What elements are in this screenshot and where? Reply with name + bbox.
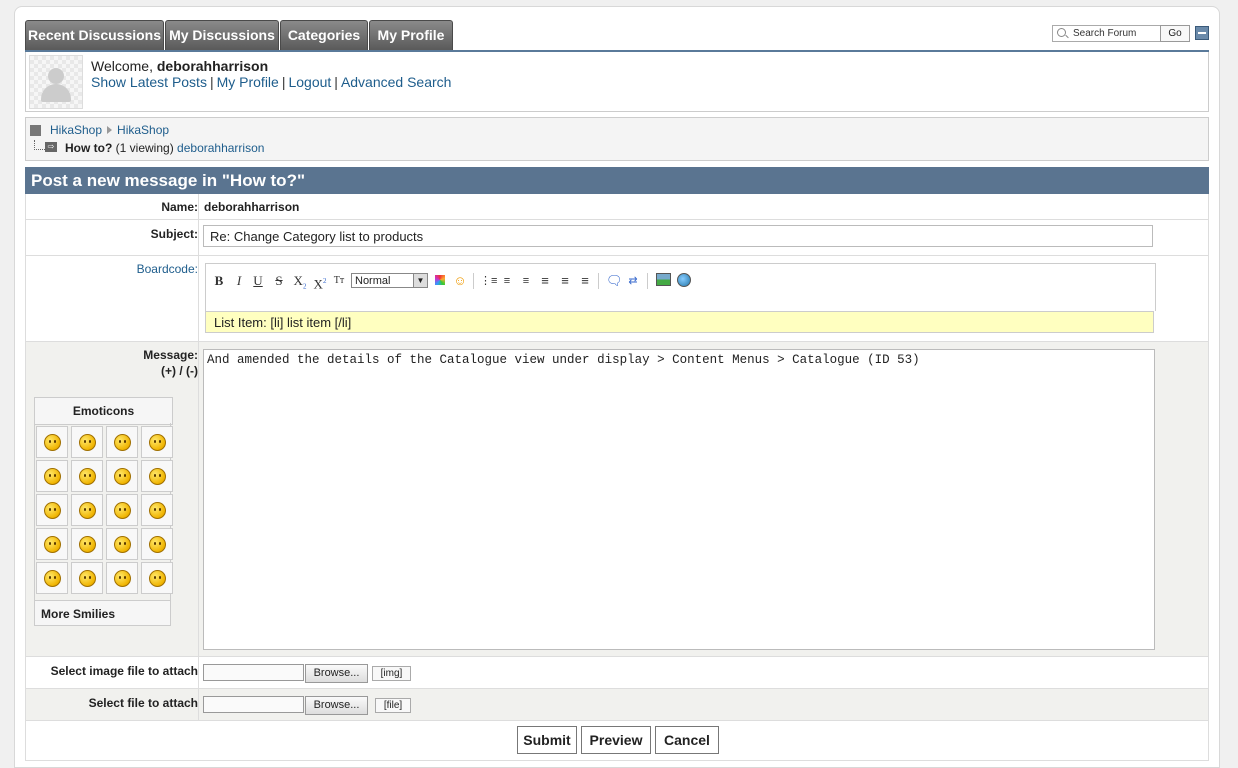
- form-title: Post a new message in "How to?": [25, 167, 1209, 194]
- username: deborahharrison: [156, 58, 269, 74]
- show-latest-posts-link[interactable]: Show Latest Posts: [91, 74, 207, 90]
- color-palette-icon[interactable]: [433, 273, 447, 289]
- cancel-button[interactable]: Cancel: [655, 726, 719, 754]
- smiley-worried-icon[interactable]: [141, 562, 173, 594]
- topic-arrow-icon: ⇨: [45, 142, 57, 152]
- tab-categories[interactable]: Categories: [280, 20, 368, 50]
- tab-my-profile[interactable]: My Profile: [369, 20, 453, 50]
- welcome-message: Welcome, deborahharrison: [91, 58, 268, 74]
- spoiler-icon[interactable]: ☺: [452, 273, 468, 289]
- tab-my-discussions[interactable]: My Discussions: [165, 20, 279, 50]
- search-input[interactable]: Search Forum: [1052, 25, 1176, 42]
- collapse-icon[interactable]: [1195, 26, 1209, 40]
- advanced-search-link[interactable]: Advanced Search: [341, 74, 452, 90]
- file-browse-button[interactable]: Browse...: [305, 696, 368, 715]
- font-size-select[interactable]: Normal ▼: [351, 273, 428, 288]
- typeface-icon[interactable]: Tт: [332, 273, 346, 289]
- subject-input[interactable]: Re: Change Category list to products: [203, 225, 1153, 247]
- smiley-grin-icon[interactable]: [141, 426, 173, 458]
- name-value: deborahharrison: [204, 200, 300, 214]
- bold-icon[interactable]: B: [212, 273, 226, 289]
- smiley-blush-icon[interactable]: [36, 494, 68, 526]
- smiley-scream-icon[interactable]: [71, 562, 103, 594]
- search-icon: [1057, 28, 1066, 37]
- breadcrumb-item[interactable]: HikaShop: [50, 123, 102, 137]
- quote-icon[interactable]: 🗨: [606, 273, 623, 289]
- smiley-confused-icon[interactable]: [106, 494, 138, 526]
- file-attach-label: Select file to attach: [88, 696, 198, 710]
- emoticons-grid: [34, 423, 173, 600]
- smiley-smile-icon[interactable]: [106, 426, 138, 458]
- strikethrough-icon[interactable]: S: [272, 273, 286, 289]
- subscript-icon[interactable]: X2: [292, 273, 308, 291]
- more-smilies-link[interactable]: More Smilies: [34, 600, 171, 626]
- user-panel: Welcome, deborahharrison Show Latest Pos…: [25, 52, 1209, 112]
- tab-recent-discussions[interactable]: Recent Discussions: [25, 20, 164, 50]
- smiley-shocked-icon[interactable]: [141, 494, 173, 526]
- welcome-prefix: Welcome,: [91, 58, 157, 74]
- message-resize-toggle[interactable]: (+) / (-): [26, 364, 198, 378]
- submit-button[interactable]: Submit: [517, 726, 577, 754]
- breadcrumb-item[interactable]: HikaShop: [117, 123, 169, 137]
- logout-link[interactable]: Logout: [288, 74, 331, 90]
- image-link-icon[interactable]: [655, 273, 671, 289]
- smiley-sad-icon[interactable]: [71, 426, 103, 458]
- avatar: [29, 55, 83, 109]
- code-icon[interactable]: ⇄: [625, 273, 641, 289]
- link-icon[interactable]: [676, 273, 692, 289]
- boardcode-help-text: List Item: [li] list item [/li]: [205, 311, 1154, 333]
- image-browse-button[interactable]: Browse...: [305, 664, 368, 683]
- go-button[interactable]: Go: [1160, 25, 1190, 42]
- boardcode-label: Boardcode:: [136, 262, 198, 276]
- smiley-angry-icon[interactable]: [141, 460, 173, 492]
- smiley-neutral-icon[interactable]: [106, 562, 138, 594]
- name-label: Name:: [161, 200, 198, 214]
- name-row: Name: deborahharrison: [25, 194, 1209, 220]
- unordered-list-icon[interactable]: ⋮≡: [480, 273, 497, 289]
- topic-title: How to?: [65, 141, 113, 155]
- chevron-down-icon: ▼: [413, 274, 427, 287]
- file-field[interactable]: [203, 696, 304, 713]
- search-placeholder: Search Forum: [1073, 28, 1137, 39]
- smiley-wink-icon[interactable]: [71, 460, 103, 492]
- smiley-laugh-icon[interactable]: [36, 528, 68, 560]
- underline-icon[interactable]: U: [251, 273, 265, 289]
- superscript-icon[interactable]: X2: [312, 273, 328, 291]
- subject-label: Subject:: [150, 227, 198, 241]
- list-item-icon[interactable]: ≡: [519, 273, 533, 289]
- viewer-link[interactable]: deborahharrison: [177, 141, 264, 155]
- smiley-happy-icon[interactable]: [36, 460, 68, 492]
- image-attach-label: Select image file to attach: [50, 664, 198, 678]
- ordered-list-icon[interactable]: ≡: [500, 273, 514, 289]
- italic-icon[interactable]: I: [232, 273, 246, 289]
- smiley-kiss-icon[interactable]: [36, 562, 68, 594]
- message-label: Message:: [143, 348, 198, 362]
- smiley-nerd-icon[interactable]: [71, 528, 103, 560]
- smiley-silly-icon[interactable]: [141, 528, 173, 560]
- forum-icon: [30, 125, 41, 136]
- formatting-toolbar: B I U S X2 X2 Tт Normal ▼ ☺ ⋮≡ ≡ ≡ ≡ ≡ ≡…: [205, 263, 1156, 302]
- emoticons-header: Emoticons: [34, 397, 173, 425]
- image-file-field[interactable]: [203, 664, 304, 681]
- smiley-tongue-icon[interactable]: [106, 460, 138, 492]
- tree-line: [34, 140, 45, 150]
- chevron-right-icon: [107, 126, 113, 134]
- align-right-icon[interactable]: ≡: [578, 273, 592, 289]
- align-left-icon[interactable]: ≡: [538, 273, 552, 289]
- my-profile-link[interactable]: My Profile: [217, 74, 279, 90]
- align-center-icon[interactable]: ≡: [558, 273, 572, 289]
- smiley-surprised-icon[interactable]: [71, 494, 103, 526]
- smiley-dizzy-icon[interactable]: [106, 528, 138, 560]
- message-textarea[interactable]: And amended the details of the Catalogue…: [203, 349, 1155, 650]
- smiley-cool-icon[interactable]: [36, 426, 68, 458]
- viewing-count: (1 viewing): [115, 141, 174, 155]
- font-size-value: Normal: [355, 275, 391, 287]
- img-tag-button[interactable]: [img]: [372, 666, 411, 681]
- breadcrumb: HikaShop HikaShop ⇨ How to? (1 viewing) d…: [25, 117, 1209, 161]
- file-tag-button[interactable]: [file]: [375, 698, 411, 713]
- forum-page: Recent Discussions My Discussions Catego…: [14, 6, 1220, 768]
- user-links: Show Latest Posts | My Profile | Logout | Adva…: [91, 74, 452, 90]
- preview-button[interactable]: Preview: [581, 726, 651, 754]
